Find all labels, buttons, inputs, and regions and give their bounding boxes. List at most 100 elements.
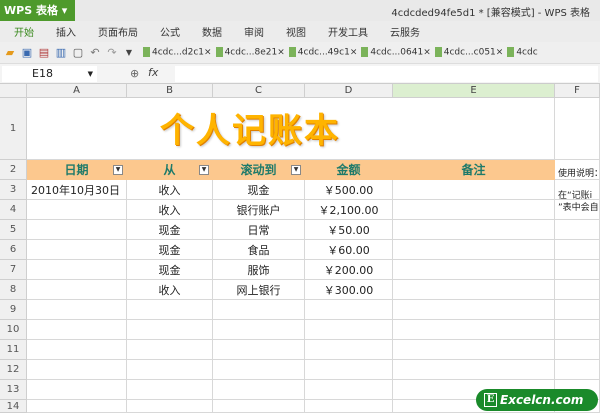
table-cell[interactable] <box>27 220 127 240</box>
column-header-e[interactable]: E <box>393 84 555 98</box>
cell[interactable] <box>27 340 127 360</box>
table-cell[interactable]: 现金 <box>127 240 213 260</box>
export-pdf-icon[interactable]: ▤ <box>37 46 51 60</box>
doc-tab[interactable]: 4cdc...d2c1× <box>143 47 212 58</box>
tab-review[interactable]: 审阅 <box>244 24 264 39</box>
cell[interactable] <box>305 400 393 413</box>
header-cell[interactable]: 日期 ▼ <box>27 160 127 180</box>
table-cell[interactable]: ￥200.00 <box>305 260 393 280</box>
tab-insert[interactable]: 插入 <box>56 24 76 39</box>
row-header-2[interactable]: 2 <box>0 160 27 180</box>
cell[interactable] <box>555 300 600 320</box>
doc-tab[interactable]: 4cdc...c051× <box>434 47 503 58</box>
table-cell[interactable]: ￥500.00 <box>305 180 393 200</box>
fx-icon[interactable]: fx <box>148 66 158 79</box>
column-header-d[interactable]: D <box>305 84 393 98</box>
cell[interactable] <box>27 400 127 413</box>
cell[interactable] <box>127 320 213 340</box>
cell[interactable] <box>305 380 393 400</box>
table-cell[interactable] <box>27 200 127 220</box>
row-header-1[interactable]: 1 <box>0 98 27 160</box>
redo-icon[interactable]: ↷ <box>105 46 119 60</box>
tab-data[interactable]: 数据 <box>202 24 222 39</box>
cell[interactable] <box>213 360 305 380</box>
table-cell[interactable]: 服饰 <box>213 260 305 280</box>
header-cell[interactable]: 备注 <box>393 160 555 180</box>
table-cell[interactable]: 现金 <box>213 180 305 200</box>
header-cell[interactable]: 滚动到 ▼ <box>213 160 305 180</box>
table-cell[interactable]: 银行账户 <box>213 200 305 220</box>
cell[interactable] <box>393 300 555 320</box>
cell[interactable] <box>305 300 393 320</box>
header-cell[interactable]: 金额 <box>305 160 393 180</box>
table-cell[interactable]: 收入 <box>127 180 213 200</box>
filter-dropdown-icon[interactable]: ▼ <box>199 165 209 175</box>
table-cell[interactable]: ￥50.00 <box>305 220 393 240</box>
zoom-search-icon[interactable]: ⊕ <box>130 67 139 80</box>
column-header-b[interactable]: B <box>127 84 213 98</box>
cell[interactable] <box>393 320 555 340</box>
table-cell[interactable]: 收入 <box>127 280 213 300</box>
cell[interactable] <box>27 98 127 160</box>
row-header-6[interactable]: 6 <box>0 240 27 260</box>
table-cell[interactable]: 食品 <box>213 240 305 260</box>
filter-dropdown-icon[interactable]: ▼ <box>113 165 123 175</box>
tab-view[interactable]: 视图 <box>286 24 306 39</box>
print-preview-icon[interactable]: ▢ <box>71 46 85 60</box>
cell[interactable] <box>555 240 600 260</box>
table-cell[interactable]: ￥300.00 <box>305 280 393 300</box>
print-icon[interactable]: ▥ <box>54 46 68 60</box>
table-cell[interactable] <box>393 180 555 200</box>
tab-cloud[interactable]: 云服务 <box>390 24 420 39</box>
table-cell[interactable]: ￥2,100.00 <box>305 200 393 220</box>
row-header-3[interactable]: 3 <box>0 180 27 200</box>
table-cell[interactable]: 日常 <box>213 220 305 240</box>
cell[interactable] <box>555 360 600 380</box>
cell[interactable] <box>127 360 213 380</box>
row-header-12[interactable]: 12 <box>0 360 27 380</box>
table-cell[interactable]: 收入 <box>127 200 213 220</box>
table-cell[interactable]: 网上银行 <box>213 280 305 300</box>
table-cell[interactable] <box>393 260 555 280</box>
app-menu-button[interactable]: WPS 表格 ▾ <box>0 0 75 21</box>
cell[interactable] <box>127 400 213 413</box>
cell[interactable] <box>27 360 127 380</box>
table-cell[interactable] <box>27 280 127 300</box>
table-cell[interactable] <box>393 240 555 260</box>
table-cell[interactable]: 现金 <box>127 220 213 240</box>
name-box[interactable]: E18 ▼ <box>2 66 97 82</box>
cell[interactable] <box>305 360 393 380</box>
header-cell[interactable]: 从 ▼ <box>127 160 213 180</box>
column-header-f[interactable]: F <box>555 84 600 98</box>
doc-tab[interactable]: 4cdc <box>507 47 538 58</box>
table-cell[interactable]: 2010年10月30日 <box>27 180 127 200</box>
cell[interactable] <box>213 320 305 340</box>
row-header-13[interactable]: 13 <box>0 380 27 400</box>
table-cell[interactable]: 现金 <box>127 260 213 280</box>
cell[interactable] <box>305 320 393 340</box>
row-header-14[interactable]: 14 <box>0 400 27 413</box>
save-icon[interactable]: ▣ <box>20 46 34 60</box>
cell[interactable] <box>127 380 213 400</box>
cell[interactable] <box>213 400 305 413</box>
cell[interactable] <box>27 300 127 320</box>
cell[interactable] <box>393 340 555 360</box>
customize-dropdown-icon[interactable]: ▼ <box>122 46 136 60</box>
table-cell[interactable]: ￥60.00 <box>305 240 393 260</box>
column-header-c[interactable]: C <box>213 84 305 98</box>
column-header-a[interactable]: A <box>27 84 127 98</box>
table-cell[interactable] <box>393 280 555 300</box>
doc-tab[interactable]: 4cdc...49c1× <box>288 47 357 58</box>
cell[interactable] <box>305 340 393 360</box>
row-header-4[interactable]: 4 <box>0 200 27 220</box>
cell[interactable] <box>555 320 600 340</box>
cell[interactable] <box>127 340 213 360</box>
row-header-7[interactable]: 7 <box>0 260 27 280</box>
row-header-9[interactable]: 9 <box>0 300 27 320</box>
cell[interactable] <box>555 98 600 160</box>
row-header-11[interactable]: 11 <box>0 340 27 360</box>
row-header-5[interactable]: 5 <box>0 220 27 240</box>
table-cell[interactable] <box>393 220 555 240</box>
undo-icon[interactable]: ↶ <box>88 46 102 60</box>
row-header-8[interactable]: 8 <box>0 280 27 300</box>
